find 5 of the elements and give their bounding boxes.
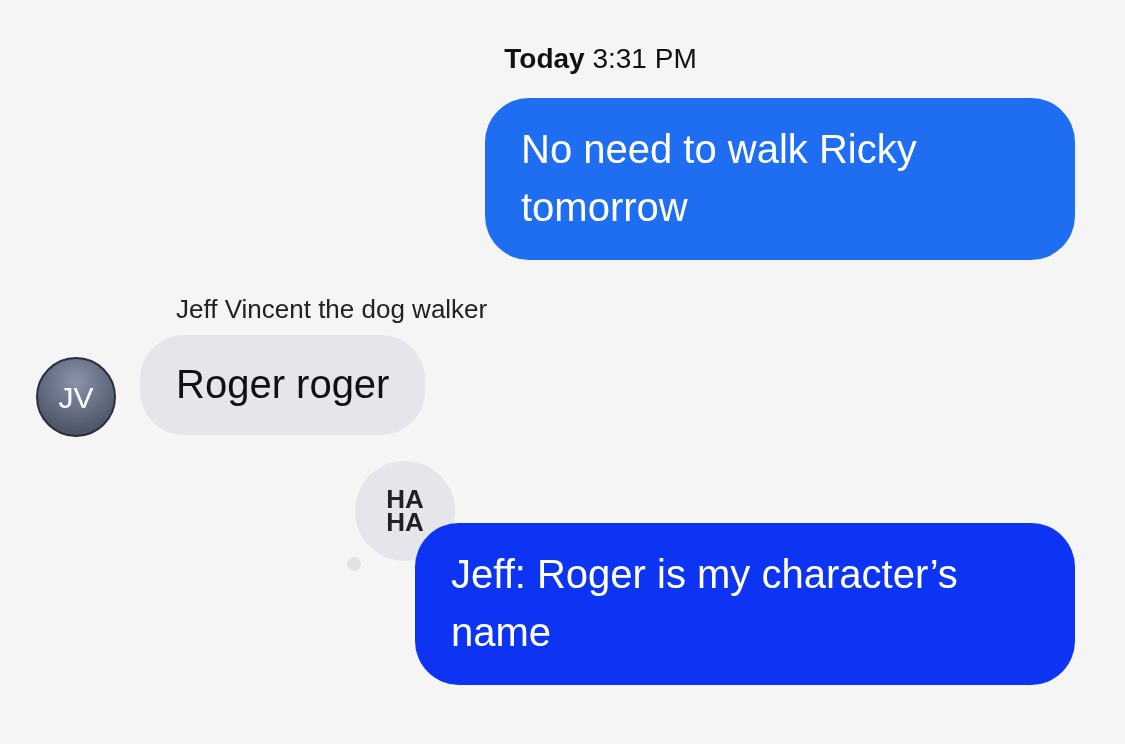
sender-name: Jeff Vincent the dog walker xyxy=(176,293,489,326)
timestamp: Today 3:31 PM xyxy=(503,42,698,76)
message-bubble: Roger roger xyxy=(140,335,426,435)
avatar: JV xyxy=(36,357,116,437)
message-bubble: No need to walk Ricky tomorrow xyxy=(485,98,1075,260)
